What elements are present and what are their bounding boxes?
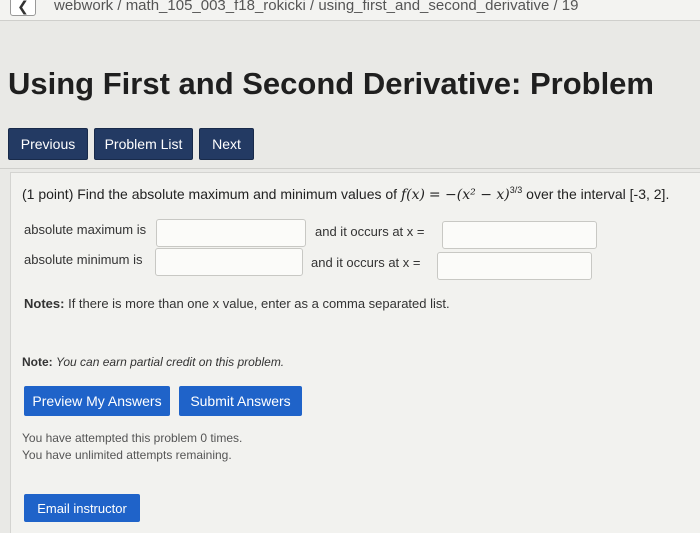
max-occurs-label: and it occurs at x = <box>315 224 425 239</box>
min-occurs-label: and it occurs at x = <box>311 255 421 270</box>
notes: Notes: If there is more than one x value… <box>24 296 450 311</box>
preview-answers-button[interactable]: Preview My Answers <box>24 386 170 416</box>
function-exponent: 3/3 <box>509 185 523 195</box>
max-value-input[interactable] <box>156 219 306 247</box>
credit-prefix: Note: <box>22 355 53 369</box>
attempts-line: You have attempted this problem 0 times. <box>22 431 243 445</box>
min-x-input[interactable] <box>437 252 592 280</box>
notes-text: If there is more than one x value, enter… <box>68 296 450 311</box>
page-title: Using First and Second Derivative: Probl… <box>8 66 654 101</box>
attempts-remaining-line: You have unlimited attempts remaining. <box>22 448 232 462</box>
min-label: absolute minimum is <box>24 252 143 267</box>
problem-intro: (1 point) Find the absolute maximum and … <box>22 186 398 202</box>
breadcrumb: ❮ webwork / math_105_003_f18_rokicki / u… <box>0 0 700 21</box>
interval-text: over the interval [-3, 2]. <box>526 186 670 202</box>
partial-credit-note: Note: You can earn partial credit on thi… <box>22 355 284 369</box>
previous-button[interactable]: Previous <box>8 128 88 160</box>
back-button[interactable]: ❮ <box>10 0 36 16</box>
next-button[interactable]: Next <box>199 128 254 160</box>
max-label: absolute maximum is <box>24 222 147 237</box>
breadcrumb-path[interactable]: webwork / math_105_003_f18_rokicki / usi… <box>54 0 579 14</box>
problem-list-button[interactable]: Problem List <box>94 128 193 160</box>
function-rhs: −(x² − x) <box>445 187 510 203</box>
divider <box>0 168 700 169</box>
notes-prefix: Notes: <box>24 296 65 311</box>
min-value-input[interactable] <box>155 248 303 276</box>
credit-text: You can earn partial credit on this prob… <box>56 355 285 369</box>
attempts-info: You have attempted this problem 0 times.… <box>22 430 242 464</box>
submit-answers-button[interactable]: Submit Answers <box>179 386 302 416</box>
function-lhs: f(x) <box>400 187 425 203</box>
problem-statement: (1 point) Find the absolute maximum and … <box>22 185 670 203</box>
max-x-input[interactable] <box>442 221 597 249</box>
chevron-left-icon: ❮ <box>17 0 29 14</box>
email-instructor-button[interactable]: Email instructor <box>24 494 140 522</box>
